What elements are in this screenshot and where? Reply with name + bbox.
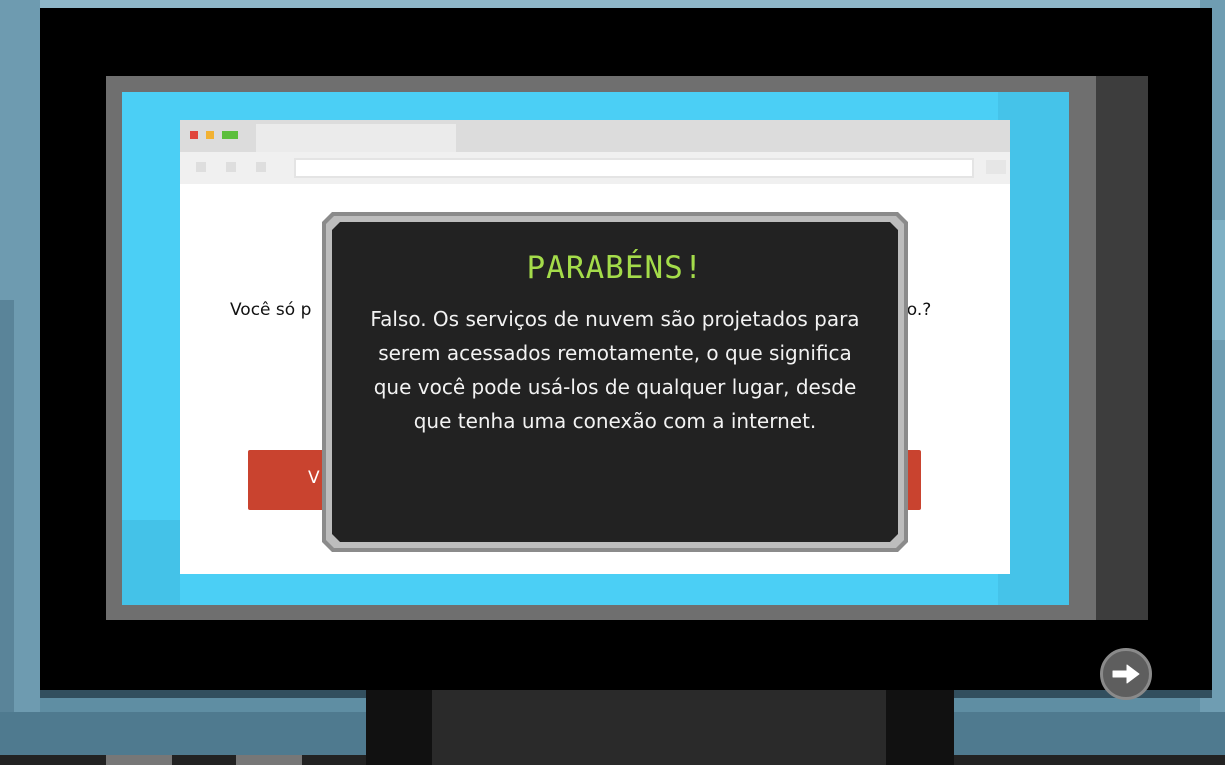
address-bar — [294, 158, 974, 178]
dialog-title: PARABÉNS! — [526, 250, 704, 286]
answer-true-label: V — [308, 468, 320, 488]
screen-frame-side — [1096, 76, 1148, 620]
next-button[interactable] — [1100, 648, 1152, 700]
window-maximize-dot — [222, 131, 238, 139]
back-icon — [196, 162, 206, 172]
keyboard-key — [106, 755, 172, 765]
background-right-shade — [1212, 220, 1225, 340]
window-minimize-dot — [206, 131, 214, 139]
arrow-right-icon — [1112, 664, 1140, 684]
keyboard-key — [236, 755, 302, 765]
background-left-shade — [0, 300, 14, 765]
forward-icon — [226, 162, 236, 172]
monitor-stand-inner — [432, 690, 886, 765]
dialog-message: Falso. Os serviços de nuvem são projetad… — [370, 307, 860, 433]
menu-icon — [986, 160, 1006, 174]
screen-shade-bottom — [122, 520, 180, 605]
question-text: Você só p — [230, 300, 312, 320]
window-close-dot — [190, 131, 198, 139]
reload-icon — [256, 162, 266, 172]
browser-tab — [256, 124, 456, 152]
